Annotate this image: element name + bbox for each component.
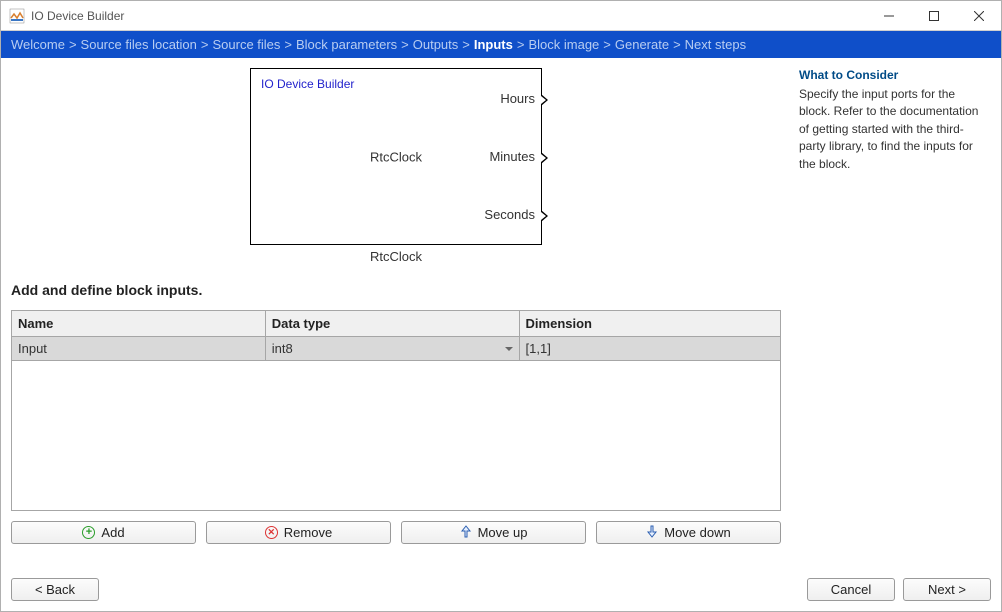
instruction-text: Add and define block inputs. <box>11 282 781 298</box>
table-row[interactable]: Input int8 [1,1] <box>12 337 781 361</box>
window-controls <box>866 1 1001 30</box>
breadcrumb-sep: > <box>603 37 611 52</box>
titlebar: IO Device Builder <box>1 1 1001 31</box>
arrow-down-icon <box>646 525 658 541</box>
add-button[interactable]: + Add <box>11 521 196 544</box>
breadcrumb-sep: > <box>284 37 292 52</box>
main-panel: IO Device Builder RtcClock Hours Minutes… <box>1 58 791 566</box>
side-panel: What to Consider Specify the input ports… <box>791 58 1001 566</box>
arrow-up-icon <box>460 525 472 541</box>
crumb-source-files[interactable]: Source files <box>212 37 280 52</box>
port-arrow-icon <box>541 210 548 222</box>
minimize-button[interactable] <box>866 1 911 30</box>
breadcrumb-sep: > <box>517 37 525 52</box>
port-seconds: Seconds <box>484 207 535 222</box>
move-up-button[interactable]: Move up <box>401 521 586 544</box>
cancel-button[interactable]: Cancel <box>807 578 895 601</box>
app-icon <box>9 8 25 24</box>
add-label: Add <box>101 525 124 540</box>
crumb-block-image[interactable]: Block image <box>528 37 599 52</box>
side-text: Specify the input ports for the block. R… <box>799 86 989 173</box>
back-button[interactable]: < Back <box>11 578 99 601</box>
cell-data-type-value: int8 <box>272 341 293 356</box>
x-icon: ✕ <box>265 526 278 539</box>
col-data-type[interactable]: Data type <box>265 311 519 337</box>
col-name[interactable]: Name <box>12 311 266 337</box>
move-down-label: Move down <box>664 525 730 540</box>
crumb-next-steps[interactable]: Next steps <box>685 37 746 52</box>
window-title: IO Device Builder <box>31 9 866 23</box>
remove-button[interactable]: ✕ Remove <box>206 521 391 544</box>
diagram-center-label: RtcClock <box>370 149 422 164</box>
crumb-inputs[interactable]: Inputs <box>474 37 513 52</box>
breadcrumb-sep: > <box>401 37 409 52</box>
breadcrumb-sep: > <box>462 37 470 52</box>
crumb-outputs[interactable]: Outputs <box>413 37 459 52</box>
table-empty-area[interactable] <box>11 361 781 511</box>
next-button[interactable]: Next > <box>903 578 991 601</box>
col-dimension[interactable]: Dimension <box>519 311 780 337</box>
move-up-label: Move up <box>478 525 528 540</box>
side-title: What to Consider <box>799 68 989 82</box>
move-down-button[interactable]: Move down <box>596 521 781 544</box>
remove-label: Remove <box>284 525 332 540</box>
port-arrow-icon <box>541 152 548 164</box>
port-minutes: Minutes <box>489 149 535 164</box>
block-diagram: IO Device Builder RtcClock Hours Minutes… <box>250 68 542 264</box>
breadcrumb: Welcome > Source files location > Source… <box>1 31 1001 58</box>
chevron-down-icon[interactable] <box>505 347 513 351</box>
breadcrumb-sep: > <box>673 37 681 52</box>
footer: < Back Cancel Next > <box>1 566 1001 611</box>
crumb-block-parameters[interactable]: Block parameters <box>296 37 397 52</box>
breadcrumb-sep: > <box>69 37 77 52</box>
crumb-generate[interactable]: Generate <box>615 37 669 52</box>
maximize-button[interactable] <box>911 1 956 30</box>
close-button[interactable] <box>956 1 1001 30</box>
inputs-table: Name Data type Dimension Input int8 [1,1… <box>11 310 781 361</box>
crumb-source-location[interactable]: Source files location <box>81 37 197 52</box>
port-hours: Hours <box>500 91 535 106</box>
diagram-caption: RtcClock <box>250 249 542 264</box>
plus-icon: + <box>82 526 95 539</box>
diagram-title: IO Device Builder <box>261 77 354 91</box>
port-arrow-icon <box>541 94 548 106</box>
cell-name[interactable]: Input <box>12 337 266 361</box>
cell-data-type[interactable]: int8 <box>265 337 519 361</box>
crumb-welcome[interactable]: Welcome <box>11 37 65 52</box>
breadcrumb-sep: > <box>201 37 209 52</box>
cell-dimension[interactable]: [1,1] <box>519 337 780 361</box>
